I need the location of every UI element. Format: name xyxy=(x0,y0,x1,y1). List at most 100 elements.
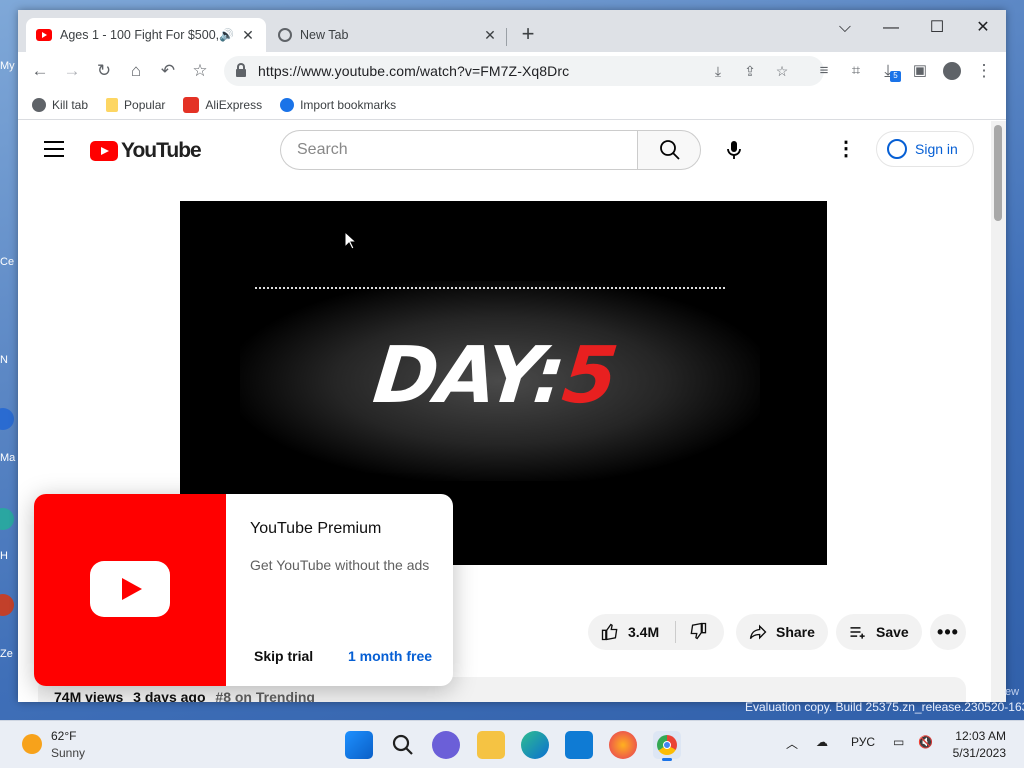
bookmark-aliexpress[interactable]: AliExpress xyxy=(183,96,263,113)
show-hidden-icons[interactable]: ︿ xyxy=(786,735,798,752)
microphone-icon xyxy=(727,141,741,159)
onedrive-icon[interactable]: ☁ xyxy=(816,735,828,749)
share-arrow-icon xyxy=(749,624,767,640)
browser-toolbar: ← → ↻ ⌂ ↶ ☆ https://www.youtube.com/watc… xyxy=(18,52,1006,90)
playlist-add-icon xyxy=(850,627,865,639)
globe-icon xyxy=(278,28,292,42)
speaker-icon[interactable]: 🔊 xyxy=(219,28,234,42)
search-input[interactable] xyxy=(280,130,638,170)
tab-separator xyxy=(506,28,507,46)
browser-menu-icon[interactable]: ⋮ xyxy=(970,58,998,84)
trending-link[interactable]: #8 on Trending xyxy=(215,689,315,702)
language-indicator[interactable]: РУС xyxy=(851,735,875,749)
address-bar[interactable]: https://www.youtube.com/watch?v=FM7Z-Xq8… xyxy=(224,56,824,86)
profile-avatar-icon[interactable] xyxy=(938,58,966,84)
microsoft-store-icon[interactable] xyxy=(565,731,593,759)
like-dislike-group: 3.4M xyxy=(588,614,724,650)
free-trial-button[interactable]: 1 month free xyxy=(340,644,440,668)
bookmark-this-tab-icon[interactable]: ☆ xyxy=(770,59,794,83)
voice-search-button[interactable] xyxy=(714,130,754,170)
undo-icon[interactable]: ↶ xyxy=(154,58,182,84)
close-tab-icon[interactable]: ✕ xyxy=(240,27,256,44)
sun-icon xyxy=(22,734,42,754)
share-icon[interactable]: ⇪ xyxy=(738,59,762,83)
desktop-app-icon[interactable] xyxy=(0,508,14,530)
downloads-badge: 5 xyxy=(890,71,901,82)
desktop-label-2[interactable]: Ce xyxy=(0,256,18,268)
page-scrollbar[interactable] xyxy=(991,121,1006,702)
desktop-label-4[interactable]: Ma xyxy=(0,452,18,464)
close-window-button[interactable]: ✕ xyxy=(960,14,1006,42)
tab-title: New Tab xyxy=(300,28,349,42)
new-tab-button[interactable]: + xyxy=(516,22,540,48)
back-button[interactable]: ← xyxy=(26,58,54,84)
crop-icon[interactable]: ⌗ xyxy=(842,58,870,84)
desktop-label-3[interactable]: N xyxy=(0,354,18,366)
desktop-app-icon[interactable] xyxy=(0,408,14,430)
desktop-label-1[interactable]: My xyxy=(0,60,18,72)
dislike-button[interactable] xyxy=(676,621,708,644)
evaluation-watermark: Evaluation copy. Build 25375.zn_release.… xyxy=(745,700,1024,714)
url-text[interactable]: https://www.youtube.com/watch?v=FM7Z-Xq8… xyxy=(258,63,569,79)
teams-chat-icon[interactable] xyxy=(432,731,460,759)
gear-icon xyxy=(280,97,295,112)
maximize-button[interactable]: ☐ xyxy=(914,14,960,42)
settings-more-icon[interactable]: ⋮ xyxy=(834,137,858,163)
search-button[interactable] xyxy=(637,130,701,170)
network-icon[interactable]: ▭ xyxy=(893,735,904,749)
chrome-icon[interactable] xyxy=(653,731,681,761)
sign-in-label: Sign in xyxy=(915,141,958,157)
video-frame-number: 5 xyxy=(558,331,621,421)
bookmark-label: AliExpress xyxy=(205,97,263,112)
forward-button[interactable]: → xyxy=(58,58,86,84)
install-app-icon[interactable]: ⤓ xyxy=(706,59,730,83)
reload-button[interactable]: ↻ xyxy=(90,58,118,84)
bookmark-popular[interactable]: Popular xyxy=(106,97,165,112)
desktop-label-5[interactable]: H xyxy=(0,550,18,562)
lock-icon[interactable] xyxy=(236,63,246,77)
save-label: Save xyxy=(876,624,909,640)
share-button[interactable]: Share xyxy=(736,614,828,650)
bookmark-star-icon[interactable]: ☆ xyxy=(186,58,214,84)
weather-temp: 62°F xyxy=(51,729,77,743)
clock-date: 5/31/2023 xyxy=(952,746,1006,760)
downloads-icon[interactable]: ⤓ 5 xyxy=(874,58,902,84)
desktop-label-6[interactable]: Ze xyxy=(0,648,18,660)
system-clock[interactable]: 12:03 AM 5/31/2023 xyxy=(946,728,1006,762)
tab-new-tab[interactable]: New Tab ✕ xyxy=(268,18,508,52)
home-button[interactable]: ⌂ xyxy=(122,58,150,84)
menu-icon[interactable] xyxy=(44,141,64,157)
close-tab-icon[interactable]: ✕ xyxy=(482,27,498,44)
tab-youtube[interactable]: Ages 1 - 100 Fight For $500,0 🔊 ✕ xyxy=(26,18,266,52)
bookmark-label: Import bookmarks xyxy=(300,97,397,112)
save-button[interactable]: Save xyxy=(836,614,922,650)
more-actions-button[interactable]: ••• xyxy=(930,614,966,650)
share-label: Share xyxy=(776,624,815,640)
like-button[interactable]: 3.4M xyxy=(588,621,676,643)
tab-search-button[interactable]: ⌵ xyxy=(822,14,868,42)
minimize-button[interactable]: — xyxy=(868,14,914,42)
skip-trial-button[interactable]: Skip trial xyxy=(246,644,321,668)
start-icon[interactable] xyxy=(345,731,373,759)
side-panel-icon[interactable]: ▣ xyxy=(906,58,934,84)
search-icon[interactable] xyxy=(389,731,417,759)
evaluation-watermark-edge: ew xyxy=(1005,686,1020,698)
reading-list-icon[interactable]: ≡ xyxy=(810,58,838,84)
edge-icon[interactable] xyxy=(521,731,549,759)
sign-in-button[interactable]: Sign in xyxy=(876,131,974,167)
view-count: 74M views xyxy=(54,689,124,702)
mouse-cursor-icon xyxy=(344,231,358,250)
clock-time: 12:03 AM xyxy=(955,729,1006,743)
youtube-logo[interactable]: YouTube xyxy=(90,139,202,163)
bookmark-kill-tab[interactable]: Kill tab xyxy=(32,97,88,112)
youtube-logo-icon xyxy=(90,141,118,161)
volume-muted-icon[interactable]: 🔇 xyxy=(918,735,933,749)
tab-title: Ages 1 - 100 Fight For $500,0 xyxy=(60,28,220,42)
bookmark-import[interactable]: Import bookmarks xyxy=(280,97,397,112)
file-explorer-icon[interactable] xyxy=(477,731,505,759)
scrollbar-thumb[interactable] xyxy=(994,125,1002,221)
firefox-icon[interactable] xyxy=(609,731,637,759)
desktop-app-icon[interactable] xyxy=(0,594,14,616)
globe-icon xyxy=(32,97,46,112)
thumbs-up-icon xyxy=(601,623,618,641)
